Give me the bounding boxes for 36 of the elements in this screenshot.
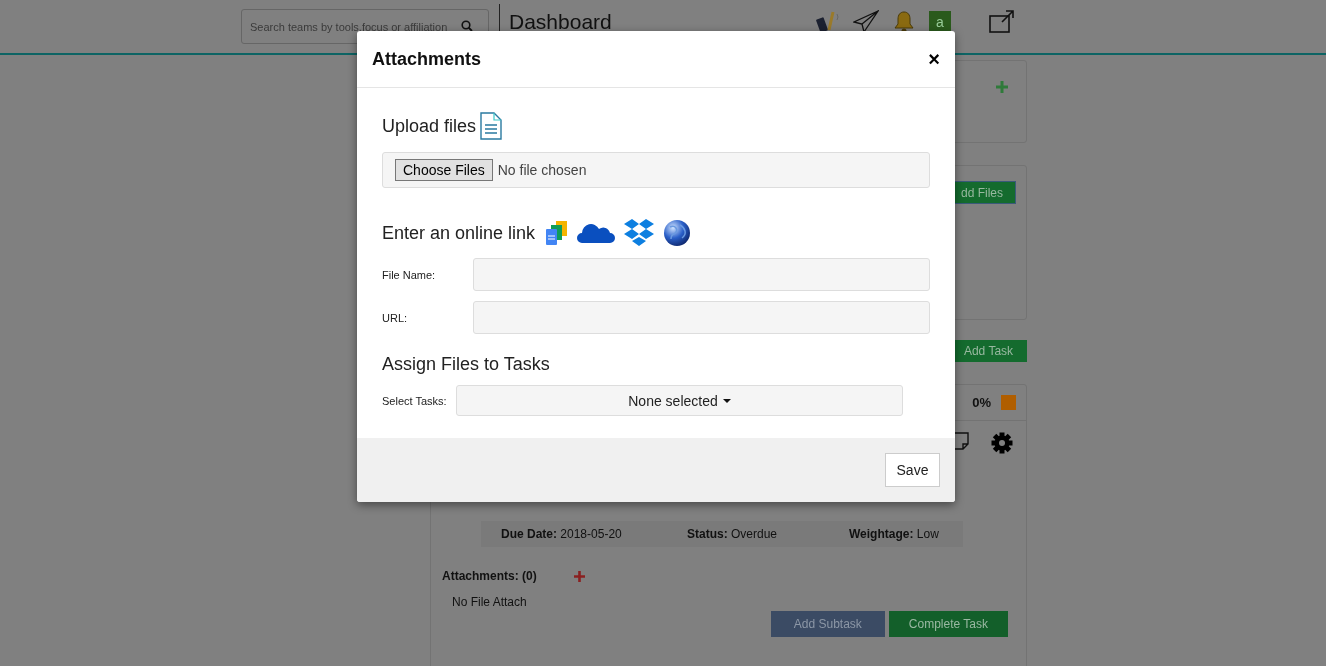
cloud-icon[interactable] [577,222,616,244]
input-field[interactable] [473,258,930,291]
caret-icon [722,398,731,403]
choose-files-button[interactable]: Choose Files [395,159,493,181]
empty-attachments-text: No File Attach [452,595,528,609]
section-heading: Enter an online link [382,222,536,244]
document-stack-icon[interactable] [545,220,570,246]
settings-icon[interactable] [991,432,1013,454]
user-avatar[interactable]: a [929,11,951,33]
globe-icon[interactable] [663,219,692,247]
task-dropdown[interactable]: None selected [456,385,903,416]
search-icon [461,20,473,32]
modal-title: Attachments [372,48,482,70]
status-square-icon [1001,395,1016,410]
task-detail: Status: Overdue [687,527,779,541]
bell-icon[interactable] [893,10,915,34]
external-window-icon[interactable] [989,10,1015,34]
document-icon [480,112,503,140]
task-action-button[interactable]: Complete Task [888,611,1008,637]
field-label: URL: [382,311,409,324]
field-label: File Name: [382,268,437,281]
page-title: Dashboard [509,10,613,34]
field-label: Select Tasks: [382,394,448,407]
task-detail: Due Date: 2018-05-20 [501,527,623,541]
attachments-label: Attachments: (0) [442,569,538,583]
save-button[interactable]: Save [885,453,940,487]
section-heading: Upload files [382,115,477,137]
open-box-icon[interactable] [623,218,656,248]
input-field[interactable] [473,301,930,334]
task-detail: Weightage: Low [849,527,940,541]
section-heading: Assign Files to Tasks [382,354,550,375]
paper-plane-icon[interactable] [853,10,879,34]
file-status-text: No file chosen [497,162,587,178]
close-button[interactable]: × [928,47,940,71]
file-upload-field[interactable]: Choose Files No file chosen [382,152,930,188]
progress-text: 0% [972,395,991,410]
